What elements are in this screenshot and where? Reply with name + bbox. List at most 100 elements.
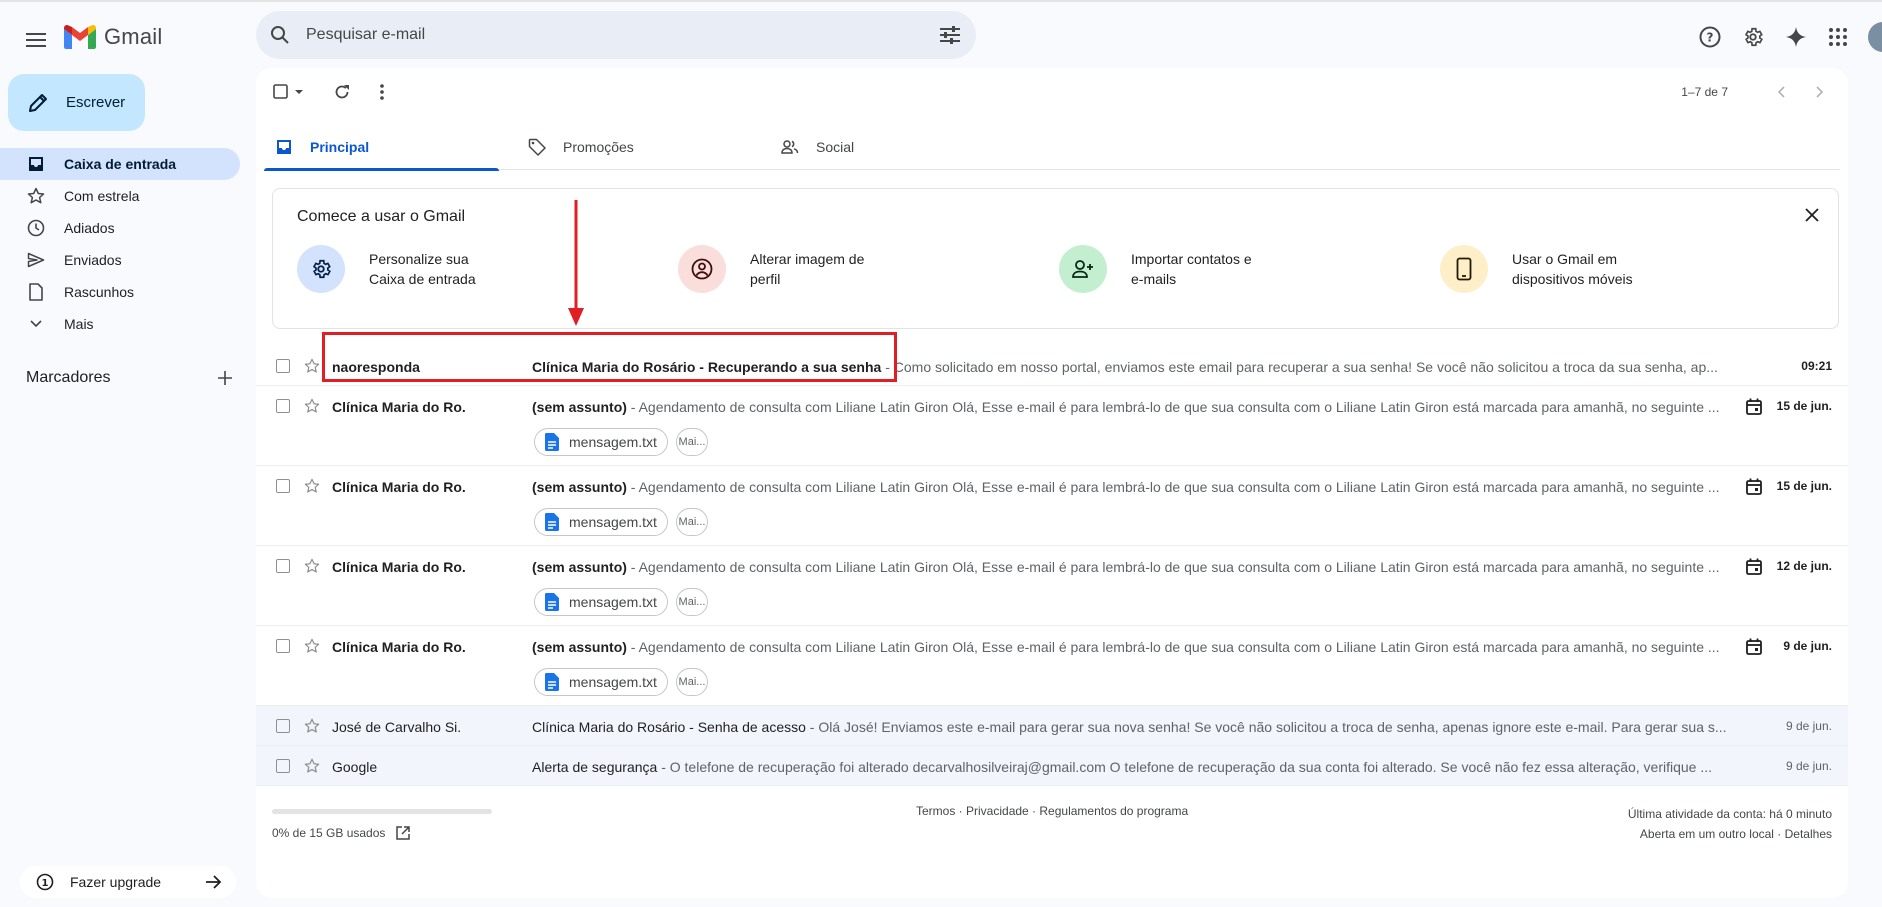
subject-separator: - [657,759,670,775]
email-row[interactable]: Clínica Maria do Ro. (sem assunto) - Agen… [256,466,1848,546]
search-bar[interactable] [256,11,976,59]
close-icon[interactable] [1800,203,1824,227]
account-circle-icon [678,245,726,293]
attachment-name: mensagem.txt [569,674,657,690]
support-icon[interactable]: ? [1696,23,1724,51]
email-checkbox[interactable] [276,399,290,413]
attachment-chip[interactable]: mensagem.txt [534,508,668,536]
document-icon [543,673,561,691]
email-sender: Google [332,759,378,775]
get-started-import-contacts[interactable]: Importar contatos e e-mails [1059,245,1379,293]
email-snippet: Agendamento de consulta com Liliane Lati… [638,479,1720,495]
attachment-chip[interactable]: mensagem.txt [534,428,668,456]
email-content: (sem assunto) - Agendamento de consulta … [532,479,1740,495]
tab-principal[interactable]: Principal [264,124,499,171]
compose-label: Escrever [66,94,126,111]
email-snippet: Agendamento de consulta com Liliane Lati… [638,559,1720,575]
calendar-event-icon[interactable] [1744,636,1764,656]
sidebar-item-snoozed[interactable]: Adiados [0,212,240,244]
annotation-arrow-icon [568,200,584,326]
email-row[interactable]: Clínica Maria do Ro. (sem assunto) - Agen… [256,386,1848,466]
subject-separator: - [805,719,819,735]
calendar-event-icon[interactable] [1744,556,1764,576]
star-toggle-icon[interactable] [302,716,322,736]
program-policies-link[interactable]: Regulamentos do programa [1039,804,1188,818]
more-attachments-chip[interactable]: Mai... [676,428,708,456]
refresh-icon[interactable] [330,80,354,104]
pencil-icon [26,91,50,115]
email-content: (sem assunto) - Agendamento de consulta … [532,559,1740,575]
attachment-chip[interactable]: mensagem.txt [534,668,668,696]
gemini-sparkle-icon[interactable] [1782,23,1810,51]
add-label-icon[interactable] [214,367,236,389]
gmail-logo[interactable]: Gmail [64,24,162,50]
email-checkbox[interactable] [276,359,290,373]
apps-grid-icon[interactable] [1824,23,1852,51]
email-checkbox[interactable] [276,479,290,493]
storage-bar [272,809,492,814]
get-started-profile-image[interactable]: Alterar imagem de perfil [678,245,998,293]
gear-icon [297,245,345,293]
star-toggle-icon[interactable] [302,356,322,376]
star-toggle-icon[interactable] [302,396,322,416]
email-row[interactable]: José de Carvalho Si. Clínica Maria do Ros… [256,706,1848,746]
email-content: Alerta de segurança - O telefone de recu… [532,759,1740,775]
email-snippet: Olá José! Enviamos este e-mail para gera… [818,719,1727,735]
next-page-icon[interactable] [1808,80,1832,104]
star-toggle-icon[interactable] [302,636,322,656]
settings-gear-icon[interactable] [1739,23,1767,51]
calendar-event-icon[interactable] [1744,476,1764,496]
email-checkbox[interactable] [276,559,290,573]
sidebar-item-more[interactable]: Mais [0,308,240,340]
privacy-link[interactable]: Privacidade [966,804,1029,818]
attachment-chip[interactable]: mensagem.txt [534,588,668,616]
pagination-count: 1–7 de 7 [1681,85,1728,99]
prev-page-icon[interactable] [1769,80,1793,104]
sidebar-item-starred[interactable]: Com estrela [0,180,240,212]
top-divider [0,0,1882,2]
email-checkbox[interactable] [276,759,290,773]
last-activity-text: Última atividade da conta: há 0 minuto [1627,807,1832,821]
star-toggle-icon[interactable] [302,476,322,496]
star-toggle-icon[interactable] [302,756,322,776]
star-toggle-icon[interactable] [302,556,322,576]
storage-usage-text: 0% de 15 GB usados [272,826,386,840]
email-row[interactable]: Clínica Maria do Ro. (sem assunto) - Agen… [256,546,1848,626]
email-row[interactable]: Clínica Maria do Ro. (sem assunto) - Agen… [256,626,1848,706]
more-attachments-chip[interactable]: Mai... [676,588,708,616]
select-all-checkbox[interactable] [272,80,308,104]
sidebar-item-drafts[interactable]: Rascunhos [0,276,240,308]
inbox-tab-icon [274,137,294,157]
details-link[interactable]: Detalhes [1785,827,1832,841]
search-options-icon[interactable] [938,23,962,47]
terms-link[interactable]: Termos [916,804,955,818]
tab-social[interactable]: Social [770,124,1005,170]
email-subject: (sem assunto) [532,639,627,655]
email-checkbox[interactable] [276,719,290,733]
email-checkbox[interactable] [276,639,290,653]
get-started-mobile[interactable]: Usar o Gmail em dispositivos móveis [1440,245,1760,293]
search-input[interactable] [306,26,906,44]
search-icon[interactable] [268,23,292,47]
account-avatar[interactable] [1868,22,1882,52]
more-vert-icon[interactable] [370,80,394,104]
open-in-new-icon[interactable] [395,825,411,841]
send-icon [26,250,46,270]
email-sender: Clínica Maria do Ro. [332,559,466,575]
upgrade-button[interactable]: 1 Fazer upgrade [20,866,236,898]
email-row[interactable]: Google Alerta de segurança - O telefone d… [256,746,1848,786]
sidebar-item-label: Enviados [64,252,122,268]
email-snippet: Agendamento de consulta com Liliane Lati… [638,639,1720,655]
main-menu-button[interactable] [22,26,50,54]
attachment-name: mensagem.txt [569,514,657,530]
more-attachments-chip[interactable]: Mai... [676,508,708,536]
compose-button[interactable]: Escrever [8,74,145,131]
sidebar-item-sent[interactable]: Enviados [0,244,240,276]
sidebar-item-inbox[interactable]: Caixa de entrada [0,148,240,180]
get-started-title: Comece a usar o Gmail [297,208,466,225]
tab-promocoes[interactable]: Promoções [517,124,752,170]
calendar-event-icon[interactable] [1744,396,1764,416]
email-subject: (sem assunto) [532,479,627,495]
more-attachments-chip[interactable]: Mai... [676,668,708,696]
category-tabs: Principal Promoções Social [264,124,1840,171]
